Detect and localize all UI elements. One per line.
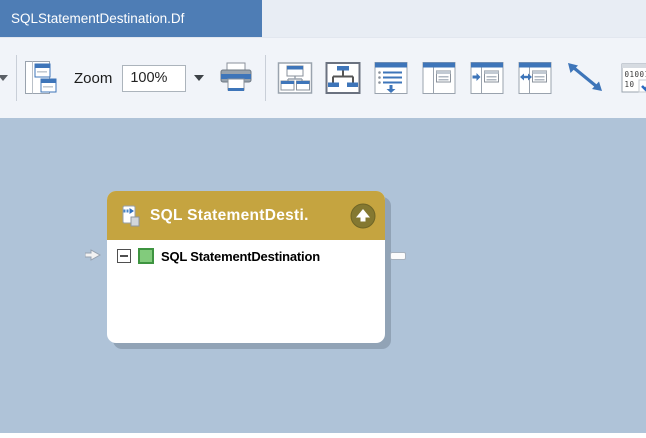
org-chart-layout-icon bbox=[277, 60, 313, 96]
print-button[interactable] bbox=[217, 58, 255, 98]
document-tab[interactable]: SQLStatementDestination.Df bbox=[0, 0, 262, 37]
printer-icon bbox=[218, 60, 254, 96]
panel-window-icon bbox=[421, 60, 457, 96]
node-collapse-button[interactable] bbox=[350, 203, 376, 229]
data-viewer-button[interactable]: 01001 10 bbox=[618, 58, 646, 98]
status-indicator-icon bbox=[138, 248, 154, 264]
autosize-list-button[interactable] bbox=[372, 58, 410, 98]
zoom-combobox-arrow-icon[interactable] bbox=[194, 75, 204, 81]
layout-icon-group: 01001 10 bbox=[276, 58, 646, 98]
toolbar: Zoom 100% bbox=[0, 37, 646, 118]
org-chart-layout-button[interactable] bbox=[276, 58, 314, 98]
svg-text:01001: 01001 bbox=[625, 70, 646, 79]
bottom-strip bbox=[0, 433, 646, 438]
toolbar-overflow-chevron-icon[interactable] bbox=[0, 75, 8, 81]
designer-window: SQLStatementDestination.Df Zoom 100% bbox=[0, 0, 646, 438]
tab-bar: SQLStatementDestination.Df bbox=[0, 0, 646, 37]
panel-window-button[interactable] bbox=[420, 58, 458, 98]
node-item-label: SQL StatementDestination bbox=[161, 249, 320, 264]
node-item-row[interactable]: SQL StatementDestination bbox=[107, 248, 385, 264]
autosize-list-icon bbox=[373, 60, 409, 96]
connector-line-icon bbox=[564, 59, 608, 97]
panel-resize-button[interactable] bbox=[516, 58, 554, 98]
tree-layout-button[interactable] bbox=[324, 58, 362, 98]
dataflow-node[interactable]: SQL StatementDesti. SQL StatementDestina… bbox=[107, 191, 385, 343]
toolbar-separator bbox=[265, 55, 266, 101]
panel-expand-icon bbox=[469, 60, 505, 96]
collapse-toggle-icon[interactable] bbox=[117, 249, 131, 263]
panel-resize-icon bbox=[517, 60, 553, 96]
zoom-value: 100% bbox=[130, 70, 167, 86]
node-title: SQL StatementDesti. bbox=[150, 207, 346, 225]
destination-component-icon bbox=[119, 203, 143, 229]
tree-layout-icon bbox=[325, 60, 361, 96]
dataflow-node-header[interactable]: SQL StatementDesti. bbox=[107, 191, 385, 240]
document-tab-label: SQLStatementDestination.Df bbox=[11, 11, 184, 26]
svg-text:10: 10 bbox=[625, 80, 635, 89]
flow-layout-icon bbox=[24, 59, 58, 97]
zoom-combobox[interactable]: 100% bbox=[122, 65, 186, 92]
panel-expand-button[interactable] bbox=[468, 58, 506, 98]
zoom-label: Zoom bbox=[74, 70, 112, 87]
toolbar-separator bbox=[16, 55, 17, 101]
dataflow-node-body: SQL StatementDestination bbox=[107, 240, 385, 264]
flow-layout-button[interactable] bbox=[22, 58, 60, 98]
data-viewer-icon: 01001 10 bbox=[619, 60, 646, 96]
output-connector[interactable] bbox=[390, 252, 406, 260]
design-canvas[interactable]: SQL StatementDesti. SQL StatementDestina… bbox=[0, 118, 646, 433]
connector-line-button[interactable] bbox=[564, 58, 608, 98]
input-connector[interactable] bbox=[85, 249, 103, 261]
